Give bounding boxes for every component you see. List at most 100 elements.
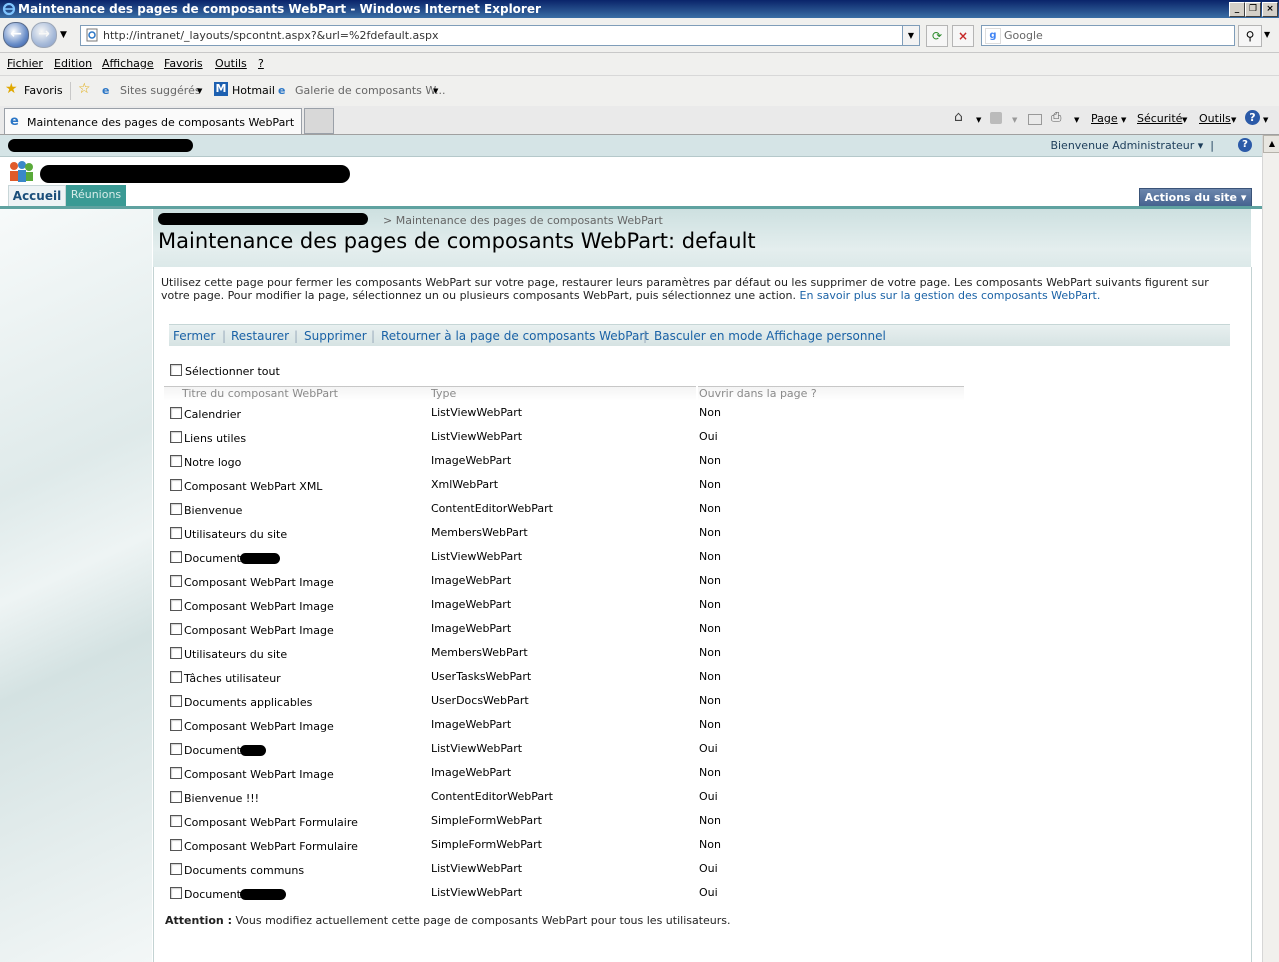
vertical-scrollbar[interactable]: ▲ [1262, 135, 1279, 962]
row-checkbox[interactable] [170, 791, 182, 803]
row-checkbox[interactable] [170, 863, 182, 875]
chevron-down-icon[interactable]: ▼ [1012, 116, 1017, 124]
select-all-label: Sélectionner tout [185, 365, 280, 378]
restore-action-button[interactable]: Restaurer [231, 329, 289, 343]
nav-tab-meetings[interactable]: Réunions [66, 185, 126, 207]
history-dropdown-icon[interactable]: ▼ [60, 30, 67, 40]
column-header-title[interactable]: Titre du composant WebPart [164, 386, 446, 401]
menu-favorites[interactable]: Favoris [164, 57, 203, 70]
menu-edit[interactable]: Edition [54, 57, 92, 70]
webpart-type: ListViewWebPart [431, 550, 523, 563]
refresh-button[interactable]: ⟳ [926, 25, 948, 47]
table-row: Calendrier ListViewWebPart Non [164, 403, 964, 427]
webpart-title: Documents applicables [184, 696, 313, 709]
select-all-checkbox[interactable] [170, 364, 182, 376]
rss-icon[interactable] [990, 112, 1002, 124]
browser-tab[interactable]: e Maintenance des pages de composants We… [4, 108, 302, 134]
row-checkbox[interactable] [170, 575, 182, 587]
row-checkbox[interactable] [170, 503, 182, 515]
forward-button[interactable]: → [31, 22, 57, 48]
row-checkbox[interactable] [170, 479, 182, 491]
security-menu[interactable]: Sécurité [1137, 112, 1182, 125]
address-field[interactable]: http://intranet/_layouts/spcontnt.aspx?&… [80, 25, 920, 46]
menu-tools[interactable]: Outils [215, 57, 247, 70]
row-checkbox[interactable] [170, 623, 182, 635]
webpart-type: ImageWebPart [431, 718, 512, 731]
redacted-site-name [8, 139, 193, 152]
maximize-button[interactable]: ❐ [1245, 2, 1261, 17]
suggested-sites-link[interactable]: Sites suggérés [120, 84, 201, 97]
menu-help[interactable]: ? [258, 57, 264, 70]
row-checkbox[interactable] [170, 839, 182, 851]
hotmail-link[interactable]: Hotmail [232, 84, 275, 97]
address-toolbar: ← → ▼ http://intranet/_layouts/spcontnt.… [0, 18, 1279, 53]
favorites-button[interactable]: Favoris [24, 84, 63, 97]
menu-file[interactable]: Fichier [7, 57, 43, 70]
row-checkbox[interactable] [170, 527, 182, 539]
add-favorite-icon[interactable]: ☆ [78, 81, 91, 97]
row-checkbox[interactable] [170, 671, 182, 683]
webpart-open-status: Non [699, 406, 721, 419]
column-header-open[interactable]: Ouvrir dans la page ? [698, 386, 964, 401]
chevron-down-icon[interactable]: ▼ [1263, 116, 1268, 124]
chevron-down-icon[interactable]: ▼ [976, 116, 981, 124]
breadcrumb: > Maintenance des pages de composants We… [383, 214, 663, 227]
row-checkbox[interactable] [170, 407, 182, 419]
site-actions-button[interactable]: Actions du site ▾ [1139, 188, 1252, 208]
welcome-menu[interactable]: Bienvenue Administrateur ▾ | [1050, 139, 1214, 152]
close-action-button[interactable]: Fermer [173, 329, 215, 343]
close-window-button[interactable]: × [1262, 2, 1278, 17]
chevron-down-icon[interactable]: ▼ [197, 87, 202, 95]
row-checkbox[interactable] [170, 743, 182, 755]
webpart-type: ImageWebPart [431, 622, 512, 635]
row-checkbox[interactable] [170, 431, 182, 443]
help-icon[interactable]: ? [1245, 110, 1260, 125]
webpart-title: Composant WebPart Image [184, 576, 334, 589]
window-title: Maintenance des pages de composants WebP… [18, 2, 541, 16]
tools-menu[interactable]: Outils [1199, 112, 1231, 125]
chevron-down-icon[interactable]: ▼ [1231, 116, 1236, 124]
chevron-down-icon[interactable]: ▼ [1121, 116, 1126, 124]
mail-icon[interactable] [1028, 114, 1042, 125]
row-checkbox[interactable] [170, 887, 182, 899]
webpart-open-status: Oui [699, 886, 718, 899]
row-checkbox[interactable] [170, 599, 182, 611]
webpart-open-status: Non [699, 526, 721, 539]
row-checkbox[interactable] [170, 719, 182, 731]
webpart-type: ContentEditorWebPart [431, 502, 553, 515]
learn-more-link[interactable]: En savoir plus sur la gestion des compos… [800, 289, 1101, 302]
table-row: Composant WebPart Formulaire SimpleFormWe… [164, 811, 964, 835]
search-input[interactable]: g Google [981, 25, 1235, 46]
new-tab-button[interactable] [304, 108, 334, 134]
row-checkbox[interactable] [170, 695, 182, 707]
column-header-type[interactable]: Type [430, 386, 696, 401]
webpart-title: Composant WebPart Formulaire [184, 816, 358, 829]
stop-button[interactable]: × [952, 25, 974, 47]
home-icon[interactable]: ⌂ [954, 109, 963, 125]
minimize-button[interactable]: _ [1229, 2, 1245, 17]
chevron-down-icon[interactable]: ▼ [1182, 116, 1187, 124]
print-icon[interactable]: ⎙ [1051, 110, 1061, 125]
back-button[interactable]: ← [3, 22, 29, 48]
row-checkbox[interactable] [170, 767, 182, 779]
scroll-up-button[interactable]: ▲ [1263, 135, 1279, 153]
personal-view-button[interactable]: Basculer en mode Affichage personnel [654, 329, 886, 343]
address-dropdown-icon[interactable]: ▼ [902, 26, 919, 45]
row-checkbox[interactable] [170, 455, 182, 467]
chevron-down-icon[interactable]: ▼ [433, 87, 438, 95]
row-checkbox[interactable] [170, 551, 182, 563]
webpart-gallery-link[interactable]: Galerie de composants W... [295, 84, 445, 97]
page-menu[interactable]: Page [1091, 112, 1118, 125]
return-to-page-button[interactable]: Retourner à la page de composants WebPar… [381, 329, 649, 343]
redacted-text [240, 553, 280, 564]
table-row: Composant WebPart Image ImageWebPart Non [164, 715, 964, 739]
menu-view[interactable]: Affichage [102, 57, 154, 70]
divider [70, 82, 71, 100]
search-options-icon[interactable]: ▼ [1264, 30, 1270, 39]
help-icon[interactable]: ? [1238, 138, 1252, 152]
row-checkbox[interactable] [170, 647, 182, 659]
search-button[interactable]: ⚲ [1238, 25, 1262, 47]
row-checkbox[interactable] [170, 815, 182, 827]
delete-action-button[interactable]: Supprimer [304, 329, 367, 343]
chevron-down-icon[interactable]: ▼ [1074, 116, 1079, 124]
